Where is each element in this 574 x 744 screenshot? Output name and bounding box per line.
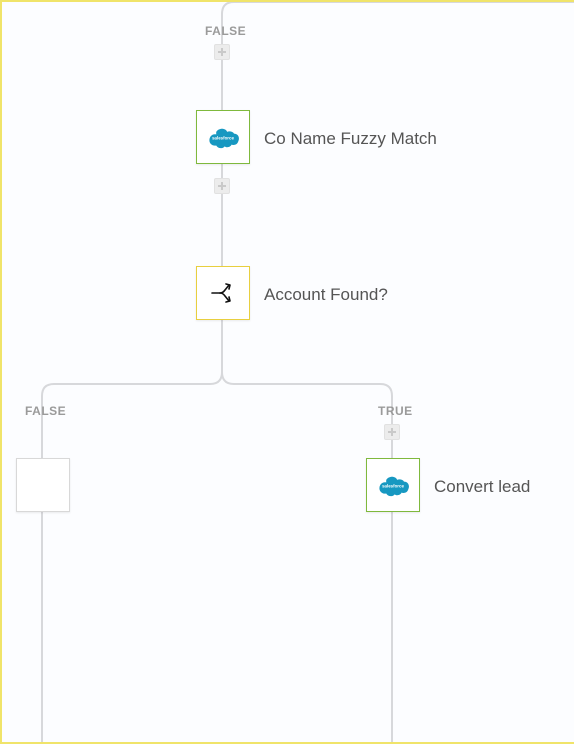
node-convert-lead[interactable]: salesforce	[366, 458, 420, 512]
branch-label-false: FALSE	[25, 404, 66, 418]
node-convert-lead-label: Convert lead	[434, 477, 530, 497]
branch-icon	[208, 278, 238, 308]
node-placeholder[interactable]	[16, 458, 70, 512]
salesforce-icon: salesforce	[376, 473, 410, 497]
add-step-button[interactable]	[384, 424, 400, 440]
add-step-button[interactable]	[214, 178, 230, 194]
node-account-found-label: Account Found?	[264, 285, 388, 305]
node-fuzzy-match[interactable]: salesforce	[196, 110, 250, 164]
flow-canvas[interactable]: FALSE salesforce Co Name Fuzzy Match Acc…	[0, 0, 574, 744]
svg-text:salesforce: salesforce	[212, 136, 234, 141]
branch-label-true: TRUE	[378, 404, 413, 418]
node-fuzzy-match-label: Co Name Fuzzy Match	[264, 129, 437, 149]
flow-connectors	[2, 2, 574, 744]
branch-label-false-top: FALSE	[205, 24, 246, 38]
salesforce-icon: salesforce	[206, 125, 240, 149]
node-account-found[interactable]	[196, 266, 250, 320]
svg-text:salesforce: salesforce	[382, 484, 404, 489]
add-step-button[interactable]	[214, 44, 230, 60]
